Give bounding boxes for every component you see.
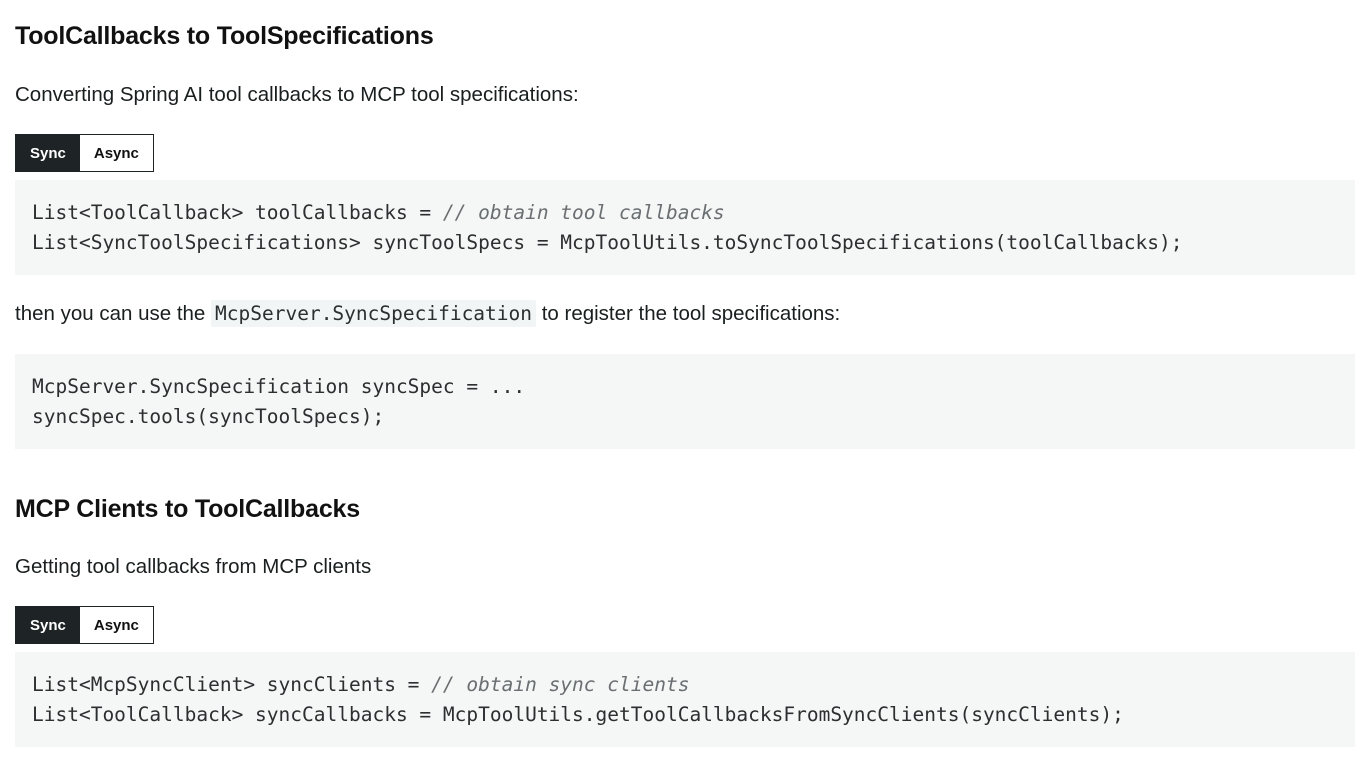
code-line: McpServer.SyncSpecification syncSpec = .…	[32, 374, 526, 398]
code-comment: // obtain sync clients	[431, 672, 690, 696]
inline-code-sync-specification: McpServer.SyncSpecification	[211, 300, 537, 327]
code-text: List<McpSyncClient> syncClients =	[32, 672, 432, 696]
tab-sync[interactable]: Sync	[16, 135, 80, 171]
then-text-after: to register the tool specifications:	[536, 302, 841, 325]
code-block-sync-clients: List<McpSyncClient> syncClients = // obt…	[15, 652, 1355, 747]
section-heading-mcp-clients-to-toolcallbacks: MCP Clients to ToolCallbacks	[15, 495, 360, 523]
code-text: List<ToolCallback> toolCallbacks =	[32, 200, 443, 224]
section1-intro: Converting Spring AI tool callbacks to M…	[15, 83, 579, 106]
then-paragraph: then you can use the McpServer.SyncSpeci…	[15, 300, 841, 327]
code-line: List<McpSyncClient> syncClients = // obt…	[32, 670, 1338, 700]
language-tabs-1: Sync Async	[15, 134, 154, 172]
section2-intro: Getting tool callbacks from MCP clients	[15, 555, 372, 578]
tab-async[interactable]: Async	[79, 607, 153, 643]
tab-async[interactable]: Async	[79, 135, 153, 171]
section-heading-toolcallbacks-to-toolspecifications: ToolCallbacks to ToolSpecifications	[15, 22, 434, 50]
code-comment: // obtain tool callbacks	[442, 200, 725, 224]
code-line: List<ToolCallback> syncCallbacks = McpTo…	[32, 702, 1124, 726]
code-block-tool-specs: List<ToolCallback> toolCallbacks = // ob…	[15, 180, 1355, 275]
code-block-sync-spec: McpServer.SyncSpecification syncSpec = .…	[15, 354, 1355, 449]
tab-sync[interactable]: Sync	[16, 607, 80, 643]
code-line: syncSpec.tools(syncToolSpecs);	[32, 404, 385, 428]
then-text-before: then you can use the	[15, 302, 212, 325]
language-tabs-2: Sync Async	[15, 606, 154, 644]
code-line: List<SyncToolSpecifications> syncToolSpe…	[32, 230, 1183, 254]
code-line: List<ToolCallback> toolCallbacks = // ob…	[32, 198, 1338, 228]
